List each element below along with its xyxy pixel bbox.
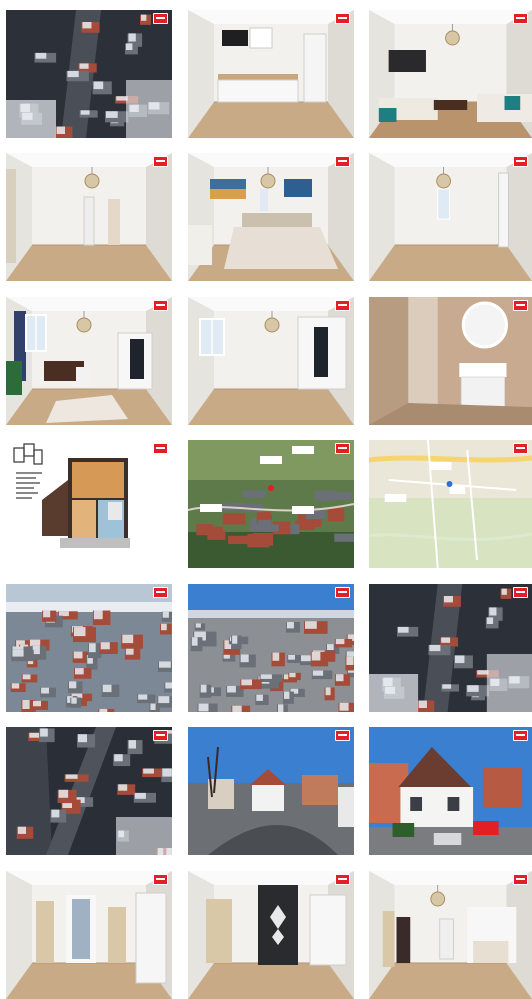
entrance-door-photo-image [188, 871, 354, 999]
empty-room-lamp-photo[interactable] [6, 153, 172, 281]
brand-badge-icon [335, 156, 350, 167]
brand-badge-icon [335, 13, 350, 24]
aerial-street-photo-image [6, 10, 172, 138]
brand-badge-icon [153, 156, 168, 167]
empty-room-window-photo-image [369, 153, 532, 281]
brand-badge-icon [335, 300, 350, 311]
brand-badge-icon [513, 730, 528, 741]
house-street-photo[interactable] [188, 727, 354, 855]
floor-plan-image[interactable] [6, 440, 172, 568]
aerial-street-photo-2[interactable] [369, 584, 532, 712]
brand-badge-icon [513, 156, 528, 167]
brand-badge-icon [153, 13, 168, 24]
bathroom-photo-image [369, 297, 532, 425]
satellite-map-image[interactable] [188, 440, 354, 568]
photo-gallery [0, 0, 532, 999]
bedroom-photo-image [188, 153, 354, 281]
brand-badge-icon [153, 300, 168, 311]
bathroom-photo[interactable] [369, 297, 532, 425]
aerial-town-photo[interactable] [6, 584, 172, 712]
bedroom-photo[interactable] [188, 153, 354, 281]
aerial-street-photo[interactable] [6, 10, 172, 138]
satellite-map-image-image [188, 440, 354, 568]
empty-room-wardrobe-photo[interactable] [188, 297, 354, 425]
aerial-town-sky-photo[interactable] [188, 584, 354, 712]
empty-room-lamp-photo-image [6, 153, 172, 281]
house-front-photo[interactable] [369, 727, 532, 855]
brand-badge-icon [335, 730, 350, 741]
kitchenette-photo-image [188, 10, 354, 138]
brand-badge-icon [153, 587, 168, 598]
brand-badge-icon [513, 443, 528, 454]
aerial-street-photo-2-image [369, 584, 532, 712]
house-street-photo-image [188, 727, 354, 855]
entrance-door-photo[interactable] [188, 871, 354, 999]
open-room-photo[interactable] [369, 871, 532, 999]
brand-badge-icon [513, 13, 528, 24]
brand-badge-icon [335, 874, 350, 885]
brand-badge-icon [513, 874, 528, 885]
aerial-town-photo-image [6, 584, 172, 712]
living-room-photo-image [369, 10, 532, 138]
brand-badge-icon [153, 874, 168, 885]
study-room-photo[interactable] [6, 297, 172, 425]
floor-plan-image-image [6, 440, 172, 568]
hallway-doors-photo-image [6, 871, 172, 999]
house-front-photo-image [369, 727, 532, 855]
aerial-town-sky-photo-image [188, 584, 354, 712]
open-room-photo-image [369, 871, 532, 999]
study-room-photo-image [6, 297, 172, 425]
kitchenette-photo[interactable] [188, 10, 354, 138]
aerial-topdown-photo[interactable] [6, 727, 172, 855]
brand-badge-icon [153, 730, 168, 741]
empty-room-wardrobe-photo-image [188, 297, 354, 425]
brand-badge-icon [335, 443, 350, 454]
empty-room-window-photo[interactable] [369, 153, 532, 281]
street-map-image[interactable] [369, 440, 532, 568]
brand-badge-icon [335, 587, 350, 598]
aerial-topdown-photo-image [6, 727, 172, 855]
hallway-doors-photo[interactable] [6, 871, 172, 999]
brand-badge-icon [153, 443, 168, 454]
street-map-image-image [369, 440, 532, 568]
brand-badge-icon [513, 300, 528, 311]
brand-badge-icon [513, 587, 528, 598]
living-room-photo[interactable] [369, 10, 532, 138]
